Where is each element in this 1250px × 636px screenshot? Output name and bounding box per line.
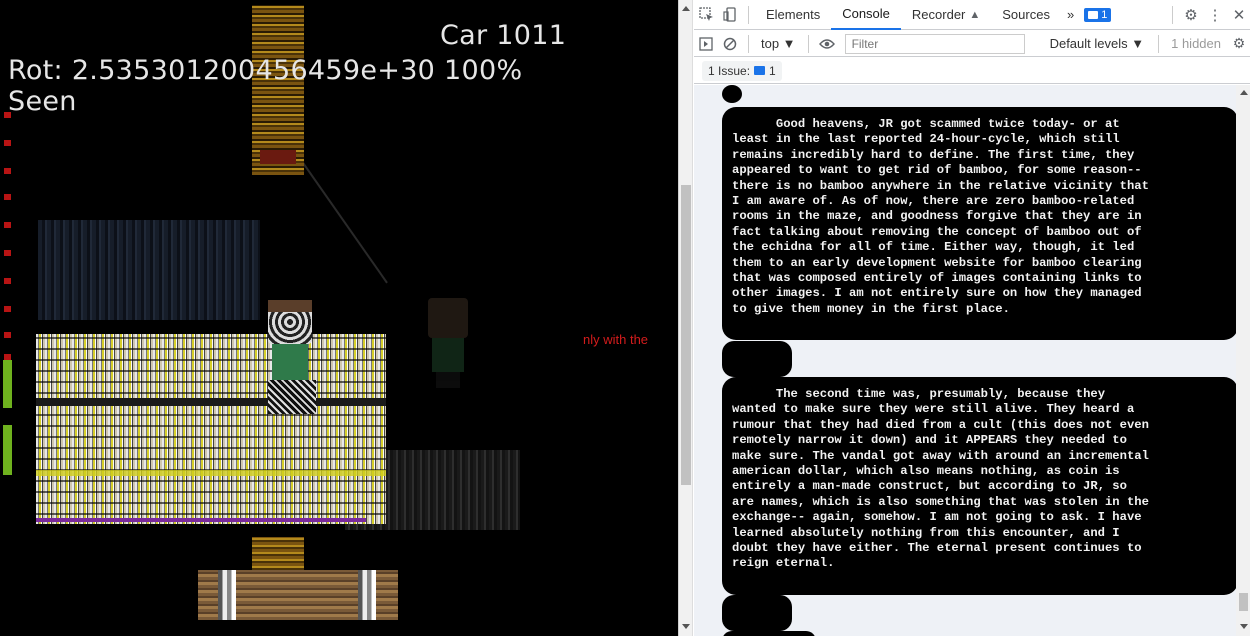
view-ray [300,159,388,284]
player-sprite [262,300,318,420]
console-scrollbar[interactable] [1236,85,1250,636]
redacted-blob [722,341,792,377]
close-icon[interactable]: ✕ [1227,0,1250,30]
toolbar-divider [748,34,749,53]
redacted-blob [722,85,742,103]
log-levels-dropdown[interactable]: Default levels ▼ [1042,36,1153,51]
redacted-blob [722,631,816,636]
counter-stripe [36,470,386,476]
filter-input[interactable] [844,33,1025,54]
scroll-down-icon[interactable] [682,624,690,629]
pillar-top-sprite [252,5,304,175]
faded-npc-sprite [424,298,472,388]
scroll-up-icon[interactable] [1240,90,1248,95]
tab-recorder-label: Recorder [911,7,966,22]
message-icon [1088,10,1099,19]
console-output[interactable]: Good heavens, JR got scammed twice today… [694,85,1239,636]
kebab-menu-icon[interactable]: ⋮ [1203,0,1227,30]
log-bench-sprite [198,570,398,620]
car-label: Car 1011 [440,20,567,51]
tab-elements[interactable]: Elements [755,0,831,30]
issues-bar: 1 Issue: 1 [694,58,1250,84]
counter-trim [36,518,366,522]
partial-red-text: nly with the [583,332,649,347]
context-selector[interactable]: top ▼ [755,36,802,51]
toolbar-divider [748,5,749,24]
game-viewport[interactable]: Car 1011 Rot: 2.535301200456459e+30 100%… [0,0,678,636]
console-filterbar: top ▼ Default levels ▼ 1 hidden ⚙ [694,31,1250,57]
green-marker [3,425,12,475]
toolbar-divider [807,34,809,53]
gear-icon[interactable]: ⚙ [1179,0,1203,30]
issues-badge[interactable]: 1 [1084,7,1112,22]
flask-icon: ▲ [969,8,981,21]
sidebar-toggle-icon[interactable] [694,31,718,57]
tab-console[interactable]: Console [831,0,901,30]
glitched-counter-sprite [36,334,386,524]
red-glyph-column [4,110,14,370]
scrollbar-thumb[interactable] [1239,593,1248,611]
green-marker [3,360,12,408]
pillar-bottom-sprite [252,537,304,573]
console-message: The second time was, presumably, because… [722,377,1238,595]
toolbar-divider [1172,5,1173,24]
toolbar-divider [1158,34,1160,53]
counter-stripe [36,398,386,406]
hidden-count: 1 hidden [1171,36,1221,51]
scroll-down-icon[interactable] [1240,624,1248,629]
issues-label: 1 Issue: [708,63,751,78]
rotation-readout: Rot: 2.535301200456459e+30 100% [8,55,523,86]
eye-icon[interactable] [815,31,839,57]
issues-button[interactable]: 1 Issue: 1 [702,60,782,81]
dark-shelf-sprite [38,220,260,320]
issues-count: 1 [769,63,776,78]
scrollbar-thumb[interactable] [681,185,691,485]
inspect-element-icon[interactable] [694,0,718,30]
clear-console-icon[interactable] [718,31,742,57]
seen-status: Seen [8,86,77,117]
scroll-up-icon[interactable] [682,6,690,11]
devtools-panel: Elements Console Recorder ▲ Sources » 1 … [678,0,1250,636]
console-message: Good heavens, JR got scammed twice today… [722,107,1238,340]
redacted-blob [722,595,792,631]
page-scrollbar[interactable] [679,0,693,636]
device-toolbar-icon[interactable] [718,0,742,30]
gear-icon[interactable]: ⚙ [1227,31,1250,57]
tab-recorder[interactable]: Recorder ▲ [901,0,991,30]
issues-badge-count: 1 [1101,8,1108,21]
more-tabs-button[interactable]: » [1061,0,1080,30]
devtools-tabbar: Elements Console Recorder ▲ Sources » 1 … [694,0,1250,30]
tab-sources[interactable]: Sources [991,0,1061,30]
message-icon [754,66,766,75]
